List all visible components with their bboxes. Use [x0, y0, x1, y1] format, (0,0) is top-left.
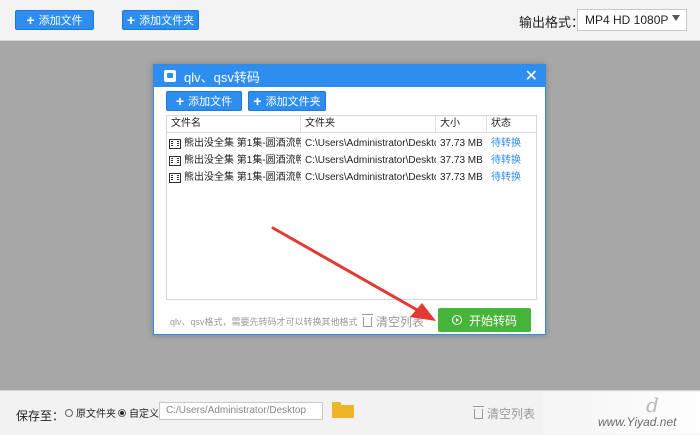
- trash-icon: [473, 405, 484, 419]
- dialog-add-file-label: 添加文件: [188, 96, 233, 108]
- output-format-select[interactable]: MP4 HD 1080P: [577, 9, 687, 31]
- video-file-icon: [169, 155, 181, 166]
- table-header: 文件名 文件夹 大小 状态: [167, 116, 536, 133]
- add-folder-button[interactable]: + 添加文件夹: [122, 10, 199, 30]
- chevron-down-icon: [672, 15, 680, 21]
- add-folder-label: 添加文件夹: [139, 15, 195, 27]
- table-row[interactable]: 熊出没全集 第1集-圆酒流畅 - i C:\Users\Administrato…: [167, 152, 536, 169]
- arrow-head: [410, 303, 436, 321]
- file-name-cell: 熊出没全集 第1集-圆酒流畅 - i: [167, 152, 301, 169]
- add-file-button[interactable]: + 添加文件: [15, 10, 94, 30]
- table-row[interactable]: 熊出没全集 第1集-圆酒流畅 - i C:\Users\Administrato…: [167, 135, 536, 152]
- start-transcode-label: 开始转码: [468, 313, 517, 328]
- dialog-titlebar: qlv、qsv转码 ✕: [154, 65, 545, 87]
- file-size: 37.73 MB: [440, 138, 483, 149]
- play-icon: [451, 315, 462, 325]
- dialog-title: qlv、qsv转码: [184, 69, 260, 85]
- arrow-shaft: [271, 226, 428, 317]
- column-header-folder[interactable]: 文件夹: [301, 116, 436, 132]
- file-size: 37.73 MB: [440, 155, 483, 166]
- plus-icon: +: [175, 93, 185, 109]
- clear-list-label: 清空列表: [487, 407, 536, 421]
- add-file-label: 添加文件: [38, 15, 83, 27]
- save-to-label: 保存至：: [16, 409, 65, 423]
- file-size: 37.73 MB: [440, 172, 483, 183]
- column-header-status[interactable]: 状态: [487, 116, 536, 132]
- radio-original-folder[interactable]: 原文件夹: [65, 405, 116, 420]
- top-toolbar: + 添加文件 + 添加文件夹 输出格式： MP4 HD 1080P: [0, 0, 700, 41]
- file-name: 熊出没全集 第1集-圆酒流畅 - i: [184, 155, 301, 166]
- radio-checked-icon: [118, 408, 126, 417]
- radio-custom[interactable]: 自定义: [118, 405, 159, 420]
- dialog-add-folder-button[interactable]: + 添加文件夹: [248, 91, 326, 111]
- app-icon: [164, 70, 176, 82]
- folder-icon[interactable]: [332, 402, 354, 418]
- output-format-value: MP4 HD 1080P: [585, 13, 669, 27]
- file-status: 待转换: [491, 155, 521, 166]
- dialog-add-folder-label: 添加文件夹: [265, 96, 321, 108]
- file-folder: C:\Users\Administrator\Desktop: [305, 155, 436, 166]
- file-name-cell: 熊出没全集 第1集-圆酒流畅.qs: [167, 169, 301, 186]
- file-status: 待转换: [491, 138, 521, 149]
- dialog-add-file-button[interactable]: + 添加文件: [166, 91, 242, 111]
- file-status: 待转换: [491, 172, 521, 183]
- plus-icon: +: [126, 12, 136, 28]
- radio-original-label: 原文件夹: [76, 409, 116, 420]
- file-folder: C:\Users\Administrator\Desktop: [305, 138, 436, 149]
- column-header-size[interactable]: 大小: [436, 116, 487, 132]
- file-name: 熊出没全集 第1集-圆酒流畅.qs: [184, 172, 301, 183]
- table-row[interactable]: 熊出没全集 第1集-圆酒流畅.qs C:\Users\Administrator…: [167, 169, 536, 186]
- file-folder: C:\Users\Administrator\Desktop: [305, 172, 436, 183]
- video-file-icon: [169, 138, 181, 149]
- column-header-name[interactable]: 文件名: [167, 116, 301, 132]
- output-format-label: 输出格式：: [519, 15, 585, 30]
- radio-custom-label: 自定义: [129, 409, 159, 420]
- close-icon[interactable]: ✕: [525, 66, 538, 86]
- video-file-icon: [169, 172, 181, 183]
- save-path-input[interactable]: C:/Users/Administrator/Desktop: [159, 402, 323, 420]
- plus-icon: +: [26, 12, 35, 28]
- watermark-text: www.Yiyad.net: [598, 415, 677, 429]
- file-name-cell: 熊出没全集 第1集-圆酒流畅 - i: [167, 135, 301, 152]
- start-transcode-button[interactable]: 开始转码: [438, 308, 531, 332]
- annotation-arrow: [271, 226, 436, 321]
- watermark-logo: d: [646, 393, 659, 417]
- plus-icon: +: [253, 93, 262, 109]
- file-name: 熊出没全集 第1集-圆酒流畅 - i: [184, 138, 301, 149]
- radio-icon: [65, 408, 73, 417]
- clear-list-button[interactable]: 清空列表: [473, 405, 536, 422]
